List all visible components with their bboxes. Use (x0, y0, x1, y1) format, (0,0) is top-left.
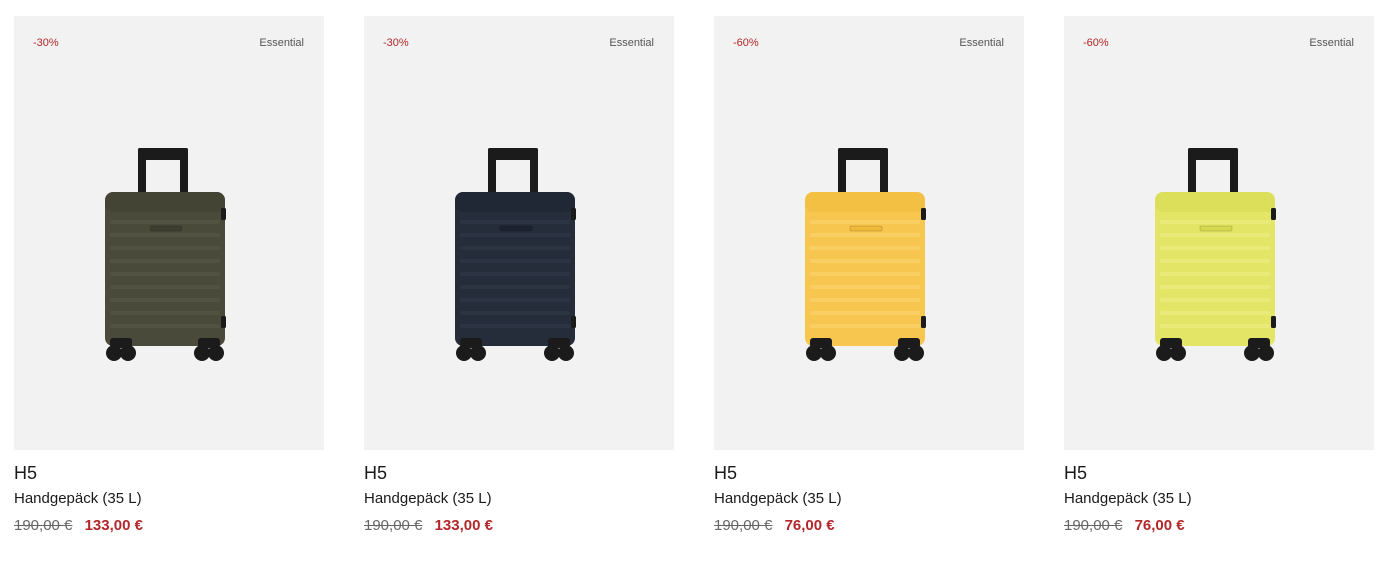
product-grid: -30% Essential H5 Handgepäck (35 L) 190,… (14, 16, 1374, 533)
product-info: H5 Handgepäck (35 L) 190,00 € 76,00 € (714, 450, 1024, 533)
collection-tag: Essential (959, 37, 1004, 49)
discount-badge: -30% (383, 37, 409, 49)
product-image-area[interactable]: -30% Essential (14, 16, 324, 450)
product-model[interactable]: H5 (714, 464, 1024, 482)
product-description[interactable]: Handgepäck (35 L) (14, 491, 324, 506)
suitcase-image (1155, 148, 1276, 361)
suitcase-image (105, 148, 226, 361)
product-image-area[interactable]: -60% Essential (1064, 16, 1374, 450)
product-model[interactable]: H5 (364, 464, 674, 482)
product-card[interactable]: -60% Essential H5 Handgepäck (35 L) 190,… (1064, 16, 1374, 533)
product-info: H5 Handgepäck (35 L) 190,00 € 133,00 € (364, 450, 674, 533)
original-price: 190,00 € (364, 517, 423, 534)
sale-price: 133,00 € (84, 517, 143, 534)
original-price: 190,00 € (714, 517, 773, 534)
product-description[interactable]: Handgepäck (35 L) (364, 491, 674, 506)
collection-tag: Essential (259, 37, 304, 49)
price-row: 190,00 € 133,00 € (364, 518, 674, 533)
product-info: H5 Handgepäck (35 L) 190,00 € 133,00 € (14, 450, 324, 533)
suitcase-image (455, 148, 576, 361)
price-row: 190,00 € 76,00 € (1064, 518, 1374, 533)
original-price: 190,00 € (14, 517, 73, 534)
sale-price: 76,00 € (1134, 517, 1185, 534)
product-card[interactable]: -30% Essential H5 Handgepäck (35 L) 190,… (364, 16, 674, 533)
discount-badge: -30% (33, 37, 59, 49)
price-row: 190,00 € 133,00 € (14, 518, 324, 533)
sale-price: 76,00 € (784, 517, 835, 534)
original-price: 190,00 € (1064, 517, 1123, 534)
product-card[interactable]: -30% Essential H5 Handgepäck (35 L) 190,… (14, 16, 324, 533)
collection-tag: Essential (609, 37, 654, 49)
product-model[interactable]: H5 (1064, 464, 1374, 482)
price-row: 190,00 € 76,00 € (714, 518, 1024, 533)
discount-badge: -60% (1083, 37, 1109, 49)
product-description[interactable]: Handgepäck (35 L) (1064, 491, 1374, 506)
discount-badge: -60% (733, 37, 759, 49)
product-image-area[interactable]: -30% Essential (364, 16, 674, 450)
sale-price: 133,00 € (434, 517, 493, 534)
product-card[interactable]: -60% Essential H5 Handgepäck (35 L) 190,… (714, 16, 1024, 533)
product-image-area[interactable]: -60% Essential (714, 16, 1024, 450)
product-description[interactable]: Handgepäck (35 L) (714, 491, 1024, 506)
product-model[interactable]: H5 (14, 464, 324, 482)
collection-tag: Essential (1309, 37, 1354, 49)
suitcase-image (805, 148, 926, 361)
product-info: H5 Handgepäck (35 L) 190,00 € 76,00 € (1064, 450, 1374, 533)
